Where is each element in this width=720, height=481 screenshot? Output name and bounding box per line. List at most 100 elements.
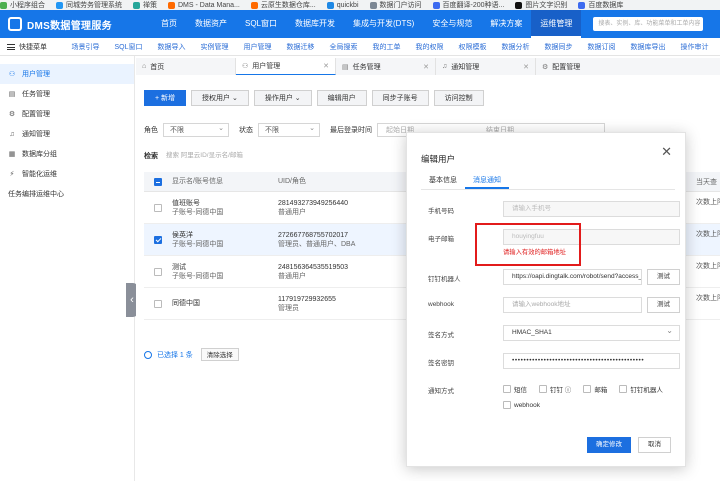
nav-sql-window[interactable]: SQL窗口 (236, 10, 286, 38)
close-icon[interactable]: ✕ (423, 63, 429, 71)
sidebar-item-db-groups[interactable]: ▦ 数据库分组 (0, 144, 134, 164)
sidebar-item-orchestration[interactable]: 任务编排运维中心 (0, 184, 134, 204)
bookmark[interactable]: 禅策 (133, 0, 157, 10)
test-webhook-button[interactable]: 测试 (647, 297, 680, 313)
close-icon[interactable]: ✕ (523, 63, 529, 71)
tab-home[interactable]: ⌂ 首页 (136, 58, 236, 75)
role-filter-select[interactable]: 不限 (163, 122, 229, 137)
row-checkbox[interactable] (154, 267, 162, 276)
row-checkbox[interactable] (154, 299, 162, 308)
cancel-button[interactable]: 取消 (638, 437, 671, 453)
tab-task-management[interactable]: ▤ 任务管理 ✕ (336, 58, 436, 75)
bookmark[interactable]: 百度数据库 (578, 0, 623, 10)
notify-option[interactable]: 钉钉 ⓘ (539, 381, 571, 397)
sidebar-item-label: 通知管理 (22, 131, 50, 138)
edit-user-button[interactable]: 编辑用户 (316, 90, 367, 106)
bookmark[interactable]: 百度翻译-200种语... (432, 0, 504, 10)
quick-link[interactable]: 数据同步 (537, 42, 580, 52)
column-header: 当天查 (696, 179, 717, 186)
page-tabs: ⌂ 首页 ⚇ 用户管理 ✕ ▤ 任务管理 ✕ ♫ 通知管理 ✕ ⚙ 配置管理 (136, 58, 720, 75)
checkbox[interactable] (539, 385, 547, 393)
sidebar-item-users[interactable]: ⚇ 用户管理 (0, 64, 134, 84)
quick-link[interactable]: 数据导入 (150, 42, 193, 52)
close-icon[interactable]: ✕ (323, 62, 329, 70)
bookmark[interactable]: 同城劳务管理系统 (56, 0, 122, 10)
grant-user-dropdown[interactable]: 授权用户 ⌄ (191, 90, 249, 106)
quick-link[interactable]: 数据订阅 (580, 42, 623, 52)
tab-user-management[interactable]: ⚇ 用户管理 ✕ (236, 58, 336, 75)
row-checkbox[interactable] (154, 203, 162, 212)
keyword-search-input[interactable]: 搜索 阿里云ID/显示名/邮箱 (166, 149, 356, 163)
checkbox[interactable] (583, 385, 592, 393)
sign-method-select[interactable]: HMAC_SHA1 (503, 325, 680, 341)
quick-link[interactable]: 数据迁移 (279, 42, 322, 52)
quick-link[interactable]: 用户管理 (236, 42, 279, 52)
row-checkbox[interactable] (154, 235, 162, 244)
quick-link[interactable]: 数据库导出 (623, 42, 673, 52)
bookmark[interactable]: DMS - Data Mana... (168, 1, 240, 9)
dialog-title: 编辑用户 (421, 154, 456, 164)
nav-data-assets[interactable]: 数据资产 (186, 10, 236, 38)
sign-key-input[interactable]: ••••••••••••••••••••••••••••••••••••••••… (503, 353, 680, 369)
quick-link[interactable]: 我的工单 (365, 42, 408, 52)
close-icon[interactable]: ✕ (661, 145, 672, 158)
user-name: 测试 (172, 263, 186, 271)
access-control-button[interactable]: 访问控制 (433, 90, 484, 106)
sidebar-item-notifications[interactable]: ♫ 通知管理 (0, 124, 134, 144)
quota-cell: 次数上限 (696, 263, 720, 270)
tab-config-management[interactable]: ⚙ 配置管理 (536, 58, 720, 75)
tab-notification-management[interactable]: ♫ 通知管理 ✕ (436, 58, 536, 75)
bookmark[interactable]: 数据门户访问 (369, 0, 422, 10)
nav-home[interactable]: 首页 (152, 10, 186, 38)
bookmark-icon (578, 1, 586, 9)
tab-basic-info[interactable]: 基本信息 (421, 173, 465, 189)
quick-link[interactable]: 操作审计 (673, 42, 716, 52)
notify-method-options: 短信 钉钉 ⓘ 邮箱 钉钉机器人 webhook (503, 381, 683, 413)
quick-link[interactable]: 权限模板 (451, 42, 494, 52)
operate-user-dropdown[interactable]: 操作用户 ⌄ (253, 90, 312, 106)
sidebar-item-config[interactable]: ⚙ 配置管理 (0, 104, 134, 124)
clear-selection-button[interactable]: 清除选择 (200, 348, 239, 361)
quick-link[interactable]: 实例管理 (193, 42, 236, 52)
checkbox[interactable] (503, 385, 511, 393)
select-all-checkbox[interactable] (154, 177, 162, 186)
quick-link[interactable]: SQL窗口 (107, 42, 150, 52)
sync-subaccount-button[interactable]: 同步子账号 (371, 90, 429, 106)
quick-link[interactable]: 场景引导 (64, 42, 107, 52)
dingtalk-robot-input[interactable]: https://oapi.dingtalk.com/robot/send?acc… (503, 269, 642, 285)
nav-dts[interactable]: 集成与开发(DTS) (344, 10, 423, 38)
quick-link[interactable]: 我的权限 (408, 42, 451, 52)
nav-db-dev[interactable]: 数据库开发 (286, 10, 344, 38)
app-logo[interactable]: DMS数据管理服务 (0, 17, 152, 32)
bookmark[interactable]: 小程序组合 (0, 0, 45, 10)
chevron-left-icon: ‹ (130, 294, 134, 306)
account-type: 子账号-同德中国 (172, 272, 224, 280)
add-user-button[interactable]: + 新增 (144, 90, 187, 106)
quick-link[interactable]: 数据分析 (494, 42, 537, 52)
column-header: 显示名/账号信息 (172, 178, 223, 185)
tab-message-notification[interactable]: 消息通知 (465, 173, 509, 189)
test-robot-button[interactable]: 测试 (647, 269, 680, 285)
notify-option[interactable]: webhook (503, 397, 540, 413)
notify-option[interactable]: 邮箱 (583, 381, 607, 397)
sidebar-item-smart-ops[interactable]: ⚡ 智能化运维 (0, 164, 134, 184)
webhook-input[interactable]: 请输入webhook地址 (503, 297, 642, 313)
quick-menu-toggle[interactable]: 快捷菜单 (0, 42, 64, 52)
notify-option[interactable]: 短信 (503, 381, 527, 397)
global-search-input[interactable]: 搜表、实例、库、功能菜单和工单内容 (593, 17, 704, 31)
quick-link[interactable]: 全局搜索 (322, 42, 365, 52)
bookmark[interactable]: 云原生数据仓库... (250, 0, 316, 10)
nav-solutions[interactable]: 解决方案 (481, 10, 531, 38)
nav-ops[interactable]: 运维管理 (531, 10, 582, 38)
checkbox[interactable] (619, 385, 628, 393)
phone-input[interactable]: 请输入手机号 (503, 201, 680, 217)
checkbox[interactable] (503, 401, 511, 409)
nav-security[interactable]: 安全与规范 (423, 10, 481, 38)
quick-menu-bar: 快捷菜单 场景引导 SQL窗口 数据导入 实例管理 用户管理 数据迁移 全局搜索… (0, 38, 720, 56)
confirm-button[interactable]: 确定修改 (587, 437, 631, 453)
bookmark[interactable]: quickbi (326, 1, 359, 9)
notify-option[interactable]: 钉钉机器人 (619, 381, 663, 397)
bookmark[interactable]: 图片文字识别 (515, 0, 567, 10)
sidebar-item-tasks[interactable]: ▤ 任务管理 (0, 84, 134, 104)
status-filter-select[interactable]: 不限 (258, 122, 320, 137)
